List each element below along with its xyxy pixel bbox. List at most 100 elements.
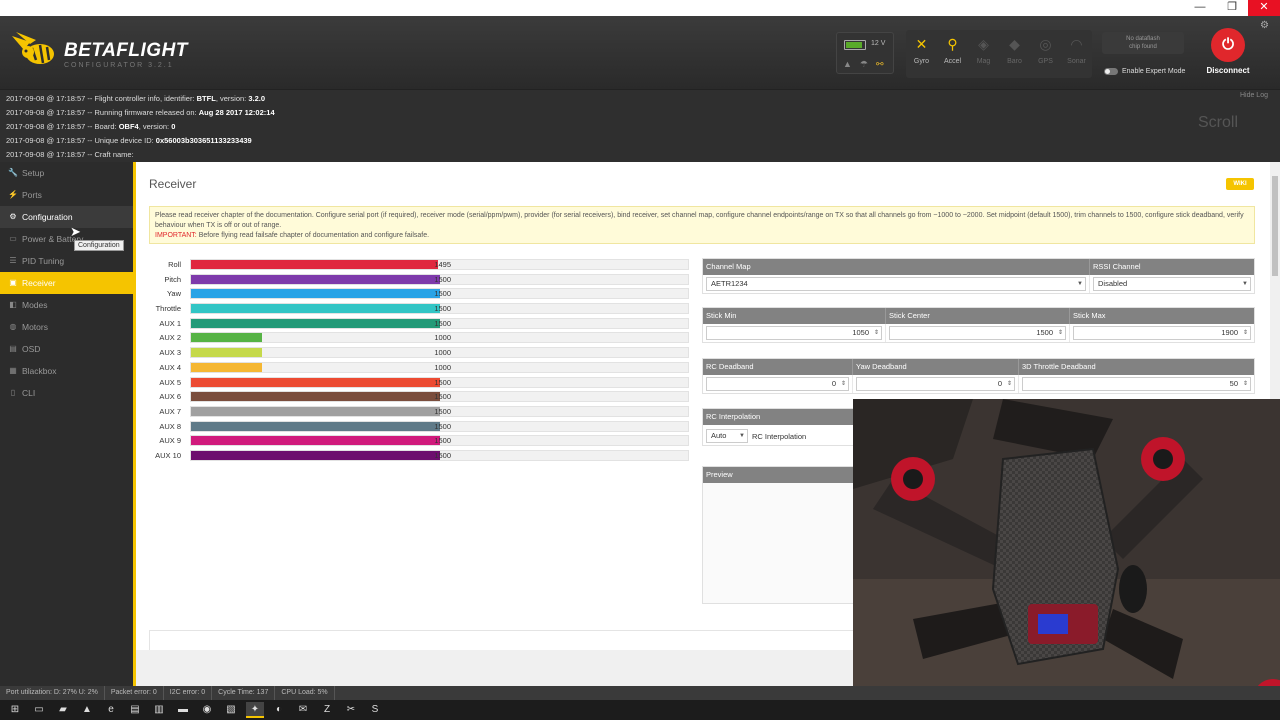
channel-row: AUX 1 1500	[146, 317, 691, 332]
disconnect-button[interactable]: ⏻ Disconnect	[1200, 28, 1256, 75]
throttle-deadband-input[interactable]: 50 ⇕	[1022, 377, 1251, 391]
spinner-icon[interactable]: ⇕	[1007, 378, 1012, 390]
logo-text: BETAFLIGHT	[64, 40, 188, 61]
channel-track: 1500	[190, 449, 689, 461]
channel-label: AUX 4	[159, 362, 181, 372]
scrollbar-thumb[interactable]	[1272, 176, 1278, 276]
notepad-icon[interactable]: ▤	[126, 702, 144, 718]
title-bar: — ❐ ✕	[0, 0, 1280, 16]
rc-interpolation-select[interactable]: Auto ▼	[706, 429, 748, 443]
spinner-icon[interactable]: ⇕	[1058, 327, 1063, 339]
battery-fill	[846, 42, 862, 48]
minimize-button[interactable]: —	[1184, 0, 1216, 16]
channel-row: AUX 6 1500	[146, 390, 691, 405]
status-item: Cycle Time: 137	[212, 686, 276, 700]
channel-track: 1495	[190, 259, 689, 270]
settings-gear-icon[interactable]: ⚙	[1260, 20, 1269, 31]
channel-track: 1500	[190, 405, 689, 417]
sidebar-item-modes[interactable]: ◧ Modes	[0, 294, 133, 316]
stick-max-header: Stick Max	[1073, 311, 1106, 320]
sidebar-item-cli[interactable]: ▯ CLI	[0, 382, 133, 404]
file-explorer-icon[interactable]: ▰	[54, 702, 72, 718]
status-item: Port utilization: D: 27% U: 2%	[0, 686, 105, 700]
sidebar-item-pid-tuning[interactable]: ☰ PID Tuning	[0, 250, 133, 272]
sidebar-item-motors[interactable]: ◍ Motors	[0, 316, 133, 338]
edge-icon[interactable]: e	[102, 702, 120, 718]
channel-track: 1500	[190, 420, 689, 432]
channel-map-select[interactable]: AETR1234 ▼	[706, 277, 1086, 291]
stick-min-input[interactable]: 1050 ⇕	[706, 326, 882, 340]
wrench-icon: 🔧	[8, 168, 18, 177]
expert-mode-label: Enable Expert Mode	[1122, 68, 1186, 75]
stick-center-input[interactable]: 1500 ⇕	[889, 326, 1066, 340]
webcam-overlay	[853, 399, 1280, 720]
status-bar: Port utilization: D: 27% U: 2% Packet err…	[0, 686, 1280, 700]
mail-icon[interactable]: ✉	[294, 702, 312, 718]
betaflight-icon[interactable]: ✦	[246, 702, 264, 718]
task-view-icon[interactable]: ▭	[30, 702, 48, 718]
channel-row: AUX 5 1500	[146, 376, 691, 391]
spinner-icon[interactable]: ⇕	[874, 327, 879, 339]
usb-disconnect-icon[interactable]: ⏻	[1211, 28, 1245, 62]
tooltip: Configuration	[74, 240, 124, 251]
sidebar-item-blackbox[interactable]: ▦ Blackbox	[0, 360, 133, 382]
battery-icon	[844, 40, 866, 50]
link-icon: ⚯	[876, 59, 884, 69]
channel-label: Throttle	[155, 304, 181, 314]
receiver-icon: ▣	[9, 278, 17, 287]
channel-label: AUX 3	[159, 348, 181, 358]
sidebar-item-configuration[interactable]: ⚙ Configuration	[0, 206, 133, 228]
rc-deadband-header: RC Deadband	[703, 359, 853, 375]
channel-label: AUX 5	[159, 377, 181, 387]
toggle-switch[interactable]	[1104, 68, 1118, 75]
channel-map-panel: Channel Map RSSI Channel AETR1234 ▼ Disab…	[702, 258, 1255, 294]
notes-icon[interactable]: ▥	[150, 702, 168, 718]
wiki-button[interactable]: WIKI	[1226, 178, 1254, 190]
gear-icon: ⚙	[9, 212, 17, 221]
sensor-mag: ◈ Mag	[968, 30, 999, 78]
deadband-panel: RC Deadband Yaw Deadband 3D Throttle Dea…	[702, 358, 1255, 394]
chrome-icon[interactable]: ◉	[198, 702, 216, 718]
filezilla-icon[interactable]: Z	[318, 702, 336, 718]
sidebar-item-setup[interactable]: 🔧 Setup	[0, 162, 133, 184]
windows-start-icon[interactable]: ⊞	[6, 702, 24, 718]
sidebar-item-label: Ports	[22, 190, 42, 200]
sidebar-item-ports[interactable]: ⚡ Ports	[0, 184, 133, 206]
rssi-channel-select[interactable]: Disabled ▼	[1093, 277, 1251, 291]
parachute-icon: ☂	[859, 59, 868, 69]
modes-icon: ◧	[9, 300, 17, 309]
channel-map-header: Channel Map	[703, 259, 1090, 275]
spinner-icon[interactable]: ⇕	[1243, 327, 1248, 339]
spinner-icon[interactable]: ⇕	[841, 378, 846, 390]
rc-interpolation-header: RC Interpolation	[703, 409, 853, 425]
gps-icon: ◎	[1039, 36, 1052, 52]
channel-label: AUX 9	[159, 436, 181, 446]
spinner-icon[interactable]: ⇕	[1243, 378, 1248, 390]
channel-label: Yaw	[166, 289, 181, 299]
channel-track: 1500	[190, 303, 689, 315]
channel-track: 1000	[190, 347, 689, 359]
vlc-icon[interactable]: ▲	[78, 702, 96, 718]
sidebar-item-osd[interactable]: ▤ OSD	[0, 338, 133, 360]
stick-max-input[interactable]: 1900 ⇕	[1073, 326, 1251, 340]
sidebar-item-label: Motors	[22, 322, 48, 332]
close-button[interactable]: ✕	[1248, 0, 1280, 16]
channel-row: AUX 8 1500	[146, 420, 691, 435]
status-item: I2C error: 0	[164, 686, 213, 700]
preview-3d-area	[703, 483, 853, 603]
bluetooth-icon[interactable]: ◐	[270, 702, 288, 718]
sensor-label: GPS	[1038, 58, 1053, 65]
page-title: Receiver	[149, 177, 197, 191]
sidebar-item-receiver[interactable]: ▣ Receiver	[0, 272, 133, 294]
app-icon[interactable]: ▧	[222, 702, 240, 718]
skype-icon[interactable]: S	[366, 702, 384, 718]
tool-icon[interactable]: ✂	[342, 702, 360, 718]
channel-value: 1500	[434, 377, 451, 387]
rc-deadband-input[interactable]: 0 ⇕	[706, 377, 849, 391]
preview-header: Preview	[703, 467, 853, 483]
yaw-deadband-input[interactable]: 0 ⇕	[856, 377, 1015, 391]
expert-mode-toggle[interactable]: Enable Expert Mode	[1104, 68, 1185, 75]
hide-log-link[interactable]: Hide Log	[1240, 92, 1268, 99]
screen-icon[interactable]: ▬	[174, 702, 192, 718]
maximize-button[interactable]: ❐	[1216, 0, 1248, 16]
